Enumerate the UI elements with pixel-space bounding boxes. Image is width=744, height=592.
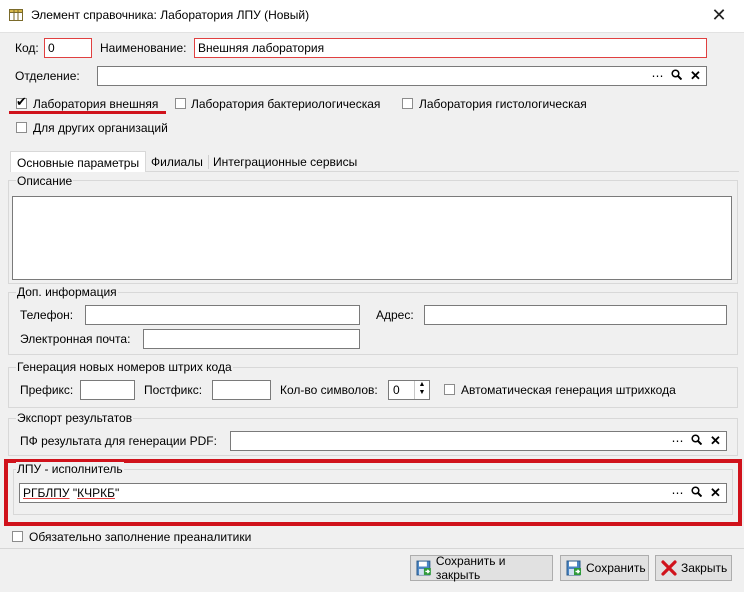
table-icon — [9, 9, 23, 21]
title-bar: Элемент справочника: Лаборатория ЛПУ (Но… — [0, 0, 744, 33]
checkmark-icon: ✔ — [16, 94, 27, 109]
tab-branches[interactable]: Филиалы — [151, 153, 203, 171]
name-input[interactable]: Внешняя лаборатория — [194, 38, 707, 58]
external-lab-label: Лаборатория внешняя — [33, 97, 159, 111]
code-label: Код: — [15, 41, 39, 55]
count-value: 0 — [393, 383, 400, 397]
tab-main-params[interactable]: Основные параметры — [10, 151, 146, 172]
postfix-label: Постфикс: — [144, 383, 203, 397]
auto-barcode-checkbox[interactable] — [444, 384, 455, 395]
histo-lab-checkbox[interactable] — [402, 98, 413, 109]
barcode-group-label: Генерация новых номеров штрих кода — [16, 360, 233, 374]
save-label: Сохранить — [586, 561, 646, 575]
external-lab-checkbox[interactable]: ✔ — [16, 94, 27, 109]
tab-main-params-label: Основные параметры — [17, 156, 140, 170]
postfix-input[interactable] — [212, 380, 271, 400]
department-clear-button[interactable]: ✕ — [686, 68, 705, 84]
pdf-label: ПФ результата для генерации PDF: — [20, 434, 217, 448]
pdf-clear-button[interactable]: ✕ — [706, 433, 725, 449]
save-close-button[interactable]: Сохранить и закрыть — [410, 554, 553, 582]
tab-integration[interactable]: Интеграционные сервисы — [213, 153, 357, 171]
email-label: Электронная почта: — [20, 332, 131, 346]
department-label: Отделение: — [15, 69, 80, 83]
prefix-label: Префикс: — [20, 383, 74, 397]
save-icon — [566, 560, 581, 576]
count-label: Кол-во символов: — [280, 383, 378, 397]
executor-clear-button[interactable]: ✕ — [706, 485, 725, 501]
search-icon — [691, 486, 703, 498]
highlight-underline — [9, 111, 166, 114]
pdf-search-button[interactable] — [687, 433, 706, 449]
bacterio-lab-checkbox[interactable] — [175, 98, 186, 109]
spin-up-icon[interactable]: ▲ — [415, 381, 429, 389]
prefix-input[interactable] — [80, 380, 135, 400]
extra-info-group-label: Доп. информация — [16, 285, 118, 299]
other-orgs-checkbox[interactable] — [16, 122, 27, 133]
phone-input[interactable] — [85, 305, 360, 325]
executor-more-button[interactable]: ⋯ — [668, 485, 687, 501]
window-title: Элемент справочника: Лаборатория ЛПУ (Но… — [31, 8, 310, 22]
spin-down-icon[interactable]: ▼ — [415, 389, 429, 397]
pdf-input[interactable]: ⋯ ✕ — [230, 431, 727, 451]
close-button[interactable]: Закрыть — [655, 555, 732, 581]
count-spinner[interactable]: 0 ▲ ▼ — [388, 380, 430, 400]
description-group-label: Описание — [16, 174, 74, 188]
bacterio-lab-label: Лаборатория бактериологическая — [191, 97, 381, 111]
department-input[interactable]: ⋯ ✕ — [97, 66, 707, 86]
search-icon — [671, 69, 683, 81]
auto-barcode-label: Автоматическая генерация штрихкода — [461, 383, 676, 397]
save-close-label: Сохранить и закрыть — [435, 554, 506, 582]
executor-search-button[interactable] — [687, 485, 706, 501]
preanalytics-label: Обязательно заполнение преаналитики — [29, 530, 252, 544]
executor-input[interactable]: РГБЛПУ "КЧРКБ" ⋯ ✕ — [19, 483, 727, 503]
address-label: Адрес: — [376, 308, 414, 322]
email-input[interactable] — [143, 329, 360, 349]
search-icon — [691, 434, 703, 446]
executor-value: РГБЛПУ "КЧРКБ" — [23, 486, 120, 500]
tab-divider — [208, 155, 209, 169]
phone-label: Телефон: — [20, 308, 74, 322]
footer-divider — [0, 548, 744, 549]
histo-lab-label: Лаборатория гистологическая — [419, 97, 587, 111]
preanalytics-checkbox[interactable] — [12, 531, 23, 542]
pdf-more-button[interactable]: ⋯ — [668, 433, 687, 449]
address-input[interactable] — [424, 305, 727, 325]
executor-group-label: ЛПУ - исполнитель — [16, 462, 124, 476]
other-orgs-label: Для других организаций — [33, 121, 168, 135]
department-more-button[interactable]: ⋯ — [648, 68, 667, 84]
name-label: Наименование: — [100, 41, 187, 55]
count-stepper[interactable]: ▲ ▼ — [414, 381, 429, 399]
code-input[interactable]: 0 — [44, 38, 92, 58]
description-textarea[interactable] — [12, 196, 732, 280]
export-group-label: Экспорт результатов — [16, 411, 134, 425]
close-icon — [661, 560, 677, 576]
close-label: Закрыть — [681, 561, 728, 575]
department-search-button[interactable] — [667, 68, 686, 84]
save-button[interactable]: Сохранить — [560, 555, 649, 581]
save-icon — [416, 560, 431, 576]
window-close-button[interactable]: ✕ — [704, 0, 734, 32]
